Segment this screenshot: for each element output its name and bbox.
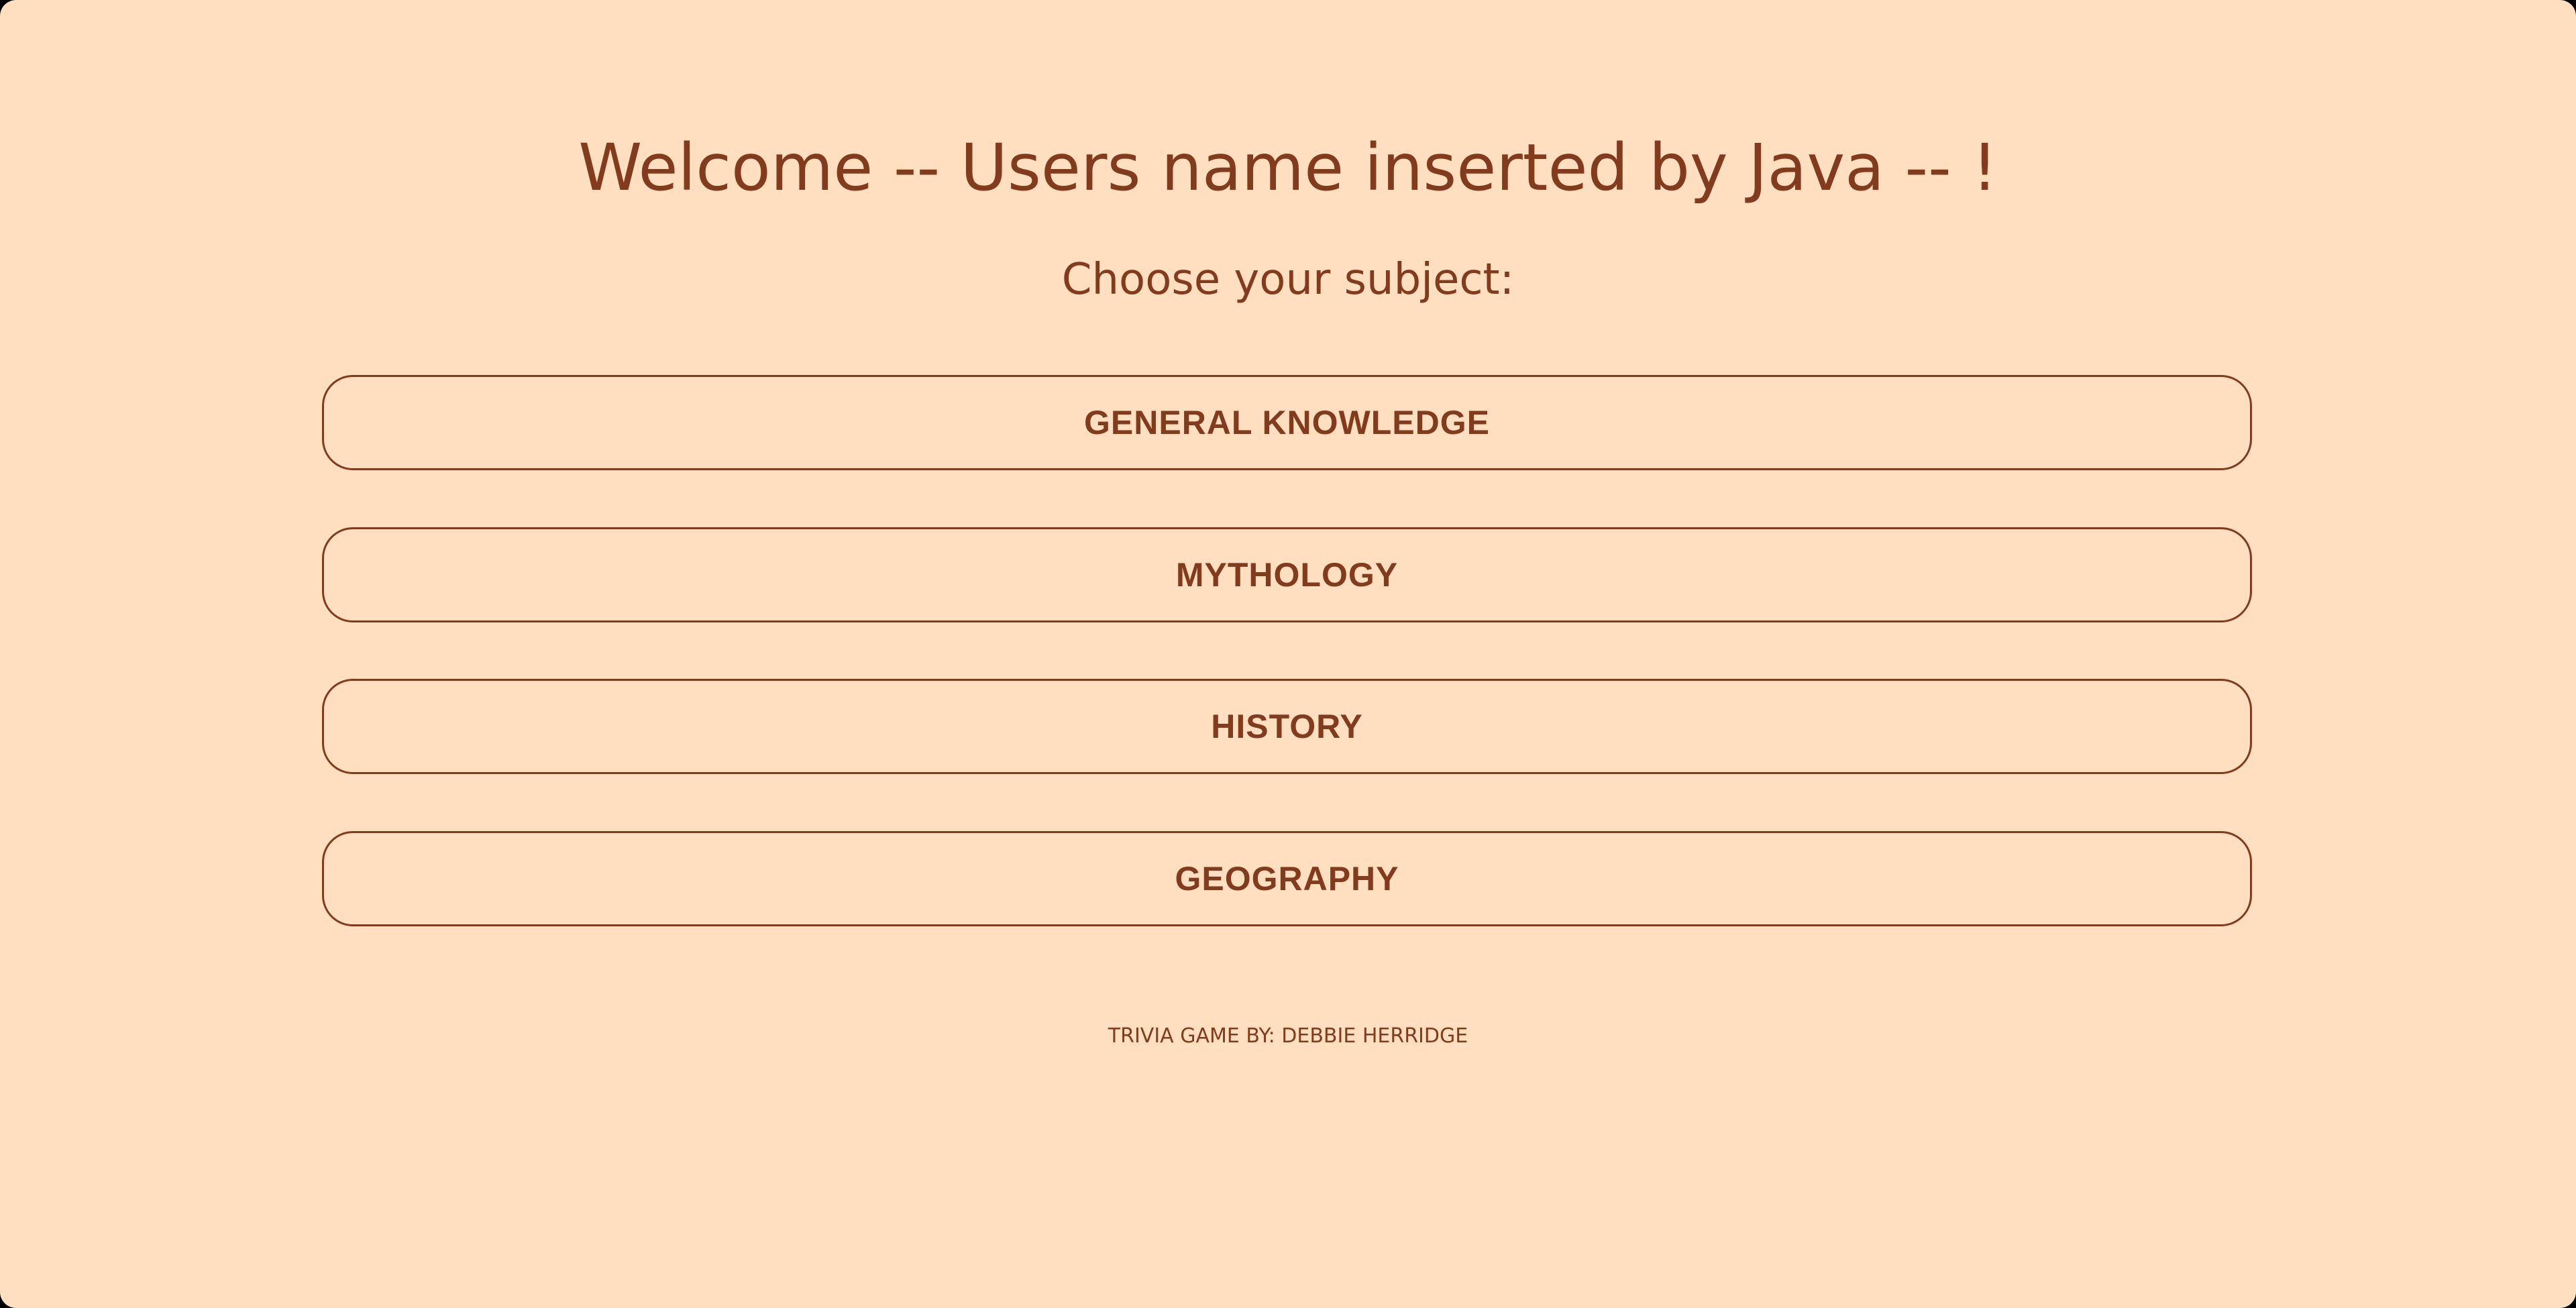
welcome-heading: Welcome -- Users name inserted by Java -… xyxy=(578,130,1998,205)
history-button[interactable]: HISTORY xyxy=(322,679,2252,774)
mythology-button[interactable]: MYTHOLOGY xyxy=(322,527,2252,622)
geography-button[interactable]: GEOGRAPHY xyxy=(322,831,2252,926)
general-knowledge-button[interactable]: GENERAL KNOWLEDGE xyxy=(322,375,2252,470)
footer-credit: TRIVIA GAME BY: DEBBIE HERRIDGE xyxy=(1108,1024,1468,1048)
page: Welcome -- Users name inserted by Java -… xyxy=(0,0,2576,1308)
choose-subject-prompt: Choose your subject: xyxy=(1061,255,1515,305)
